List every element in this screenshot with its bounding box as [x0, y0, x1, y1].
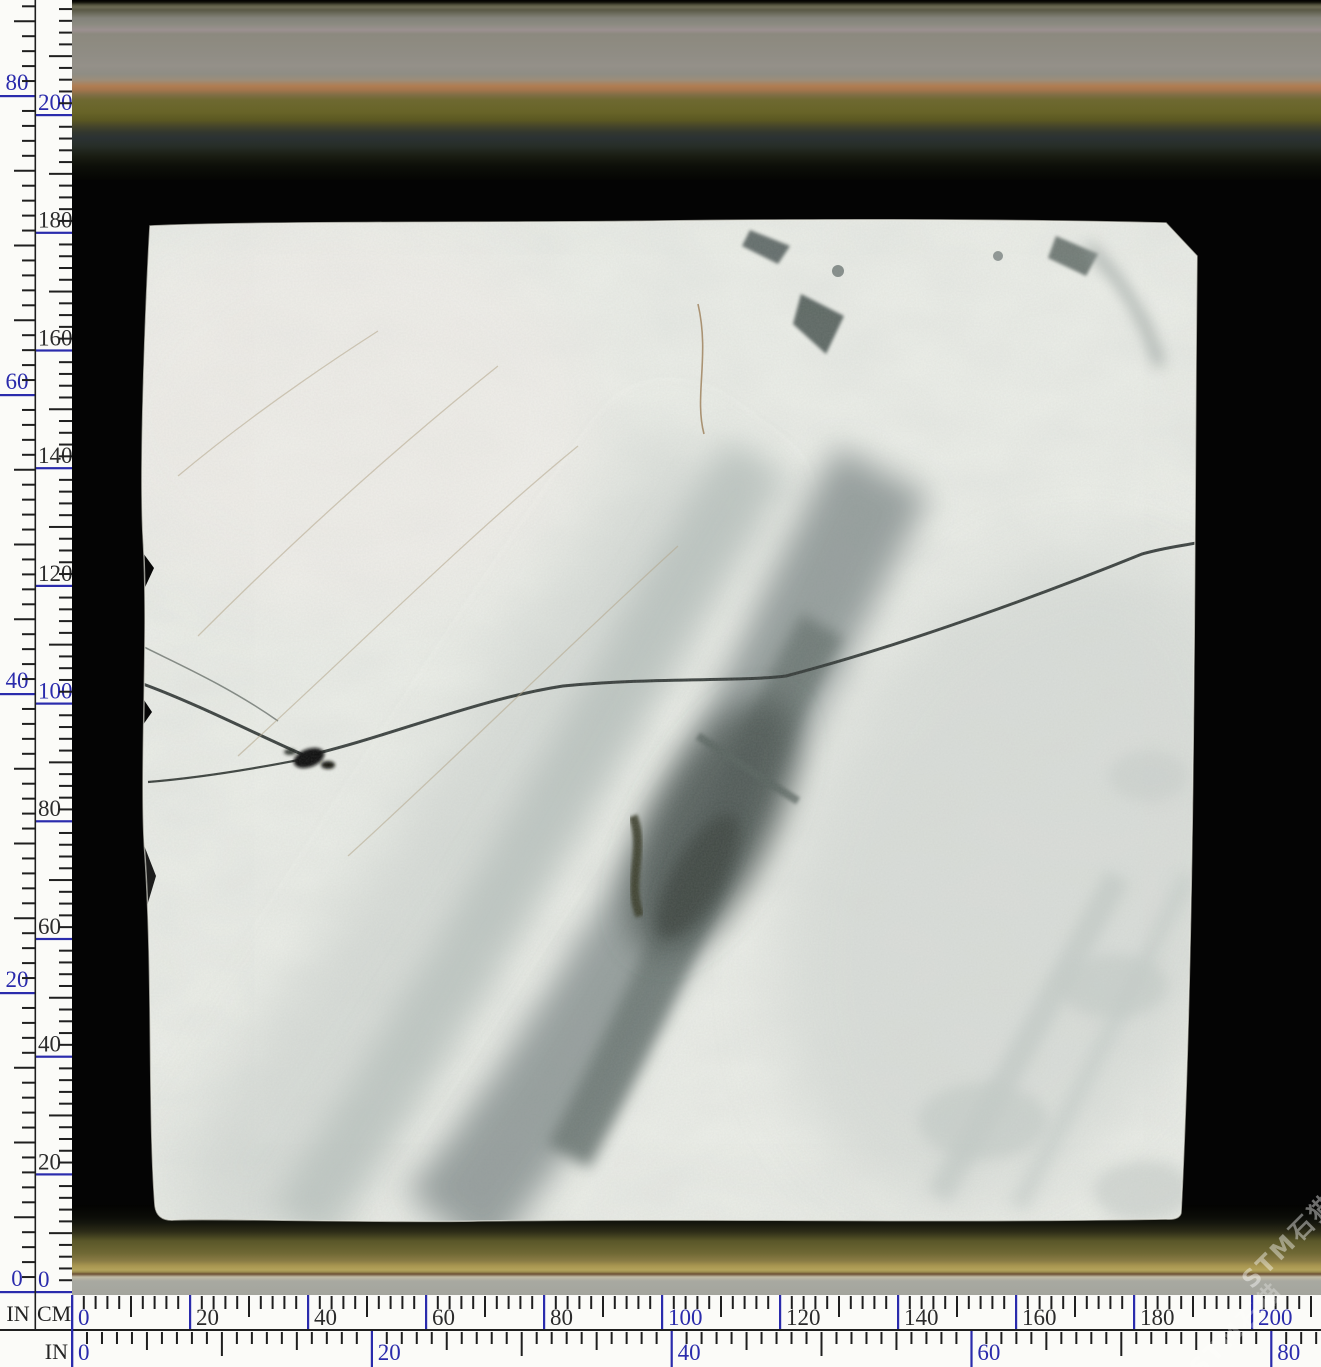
corner-unit-left-column: IN	[4, 1303, 32, 1325]
svg-text:20: 20	[38, 1149, 61, 1174]
svg-text:20: 20	[196, 1305, 219, 1330]
svg-text:80: 80	[6, 70, 29, 95]
svg-text:20: 20	[6, 967, 29, 992]
svg-text:40: 40	[678, 1340, 701, 1365]
svg-text:40: 40	[38, 1032, 61, 1057]
svg-text:0: 0	[11, 1266, 23, 1291]
svg-text:40: 40	[314, 1305, 337, 1330]
corner-unit-right-column: CM	[37, 1303, 70, 1325]
svg-text:40: 40	[6, 668, 29, 693]
svg-text:0: 0	[38, 1267, 50, 1292]
svg-text:60: 60	[432, 1305, 455, 1330]
corner-unit-bottom-row: IN	[38, 1341, 68, 1363]
svg-text:80: 80	[1277, 1340, 1300, 1365]
svg-text:20: 20	[378, 1340, 401, 1365]
svg-text:80: 80	[550, 1305, 573, 1330]
measurement-rulers: 0204060801001201401601802000204060800204…	[0, 0, 1321, 1367]
svg-text:60: 60	[6, 369, 29, 394]
slab-scan-page: 0204060801001201401601802000204060800204…	[0, 0, 1321, 1367]
svg-text:60: 60	[38, 914, 61, 939]
svg-text:80: 80	[38, 796, 61, 821]
svg-text:60: 60	[977, 1340, 1000, 1365]
